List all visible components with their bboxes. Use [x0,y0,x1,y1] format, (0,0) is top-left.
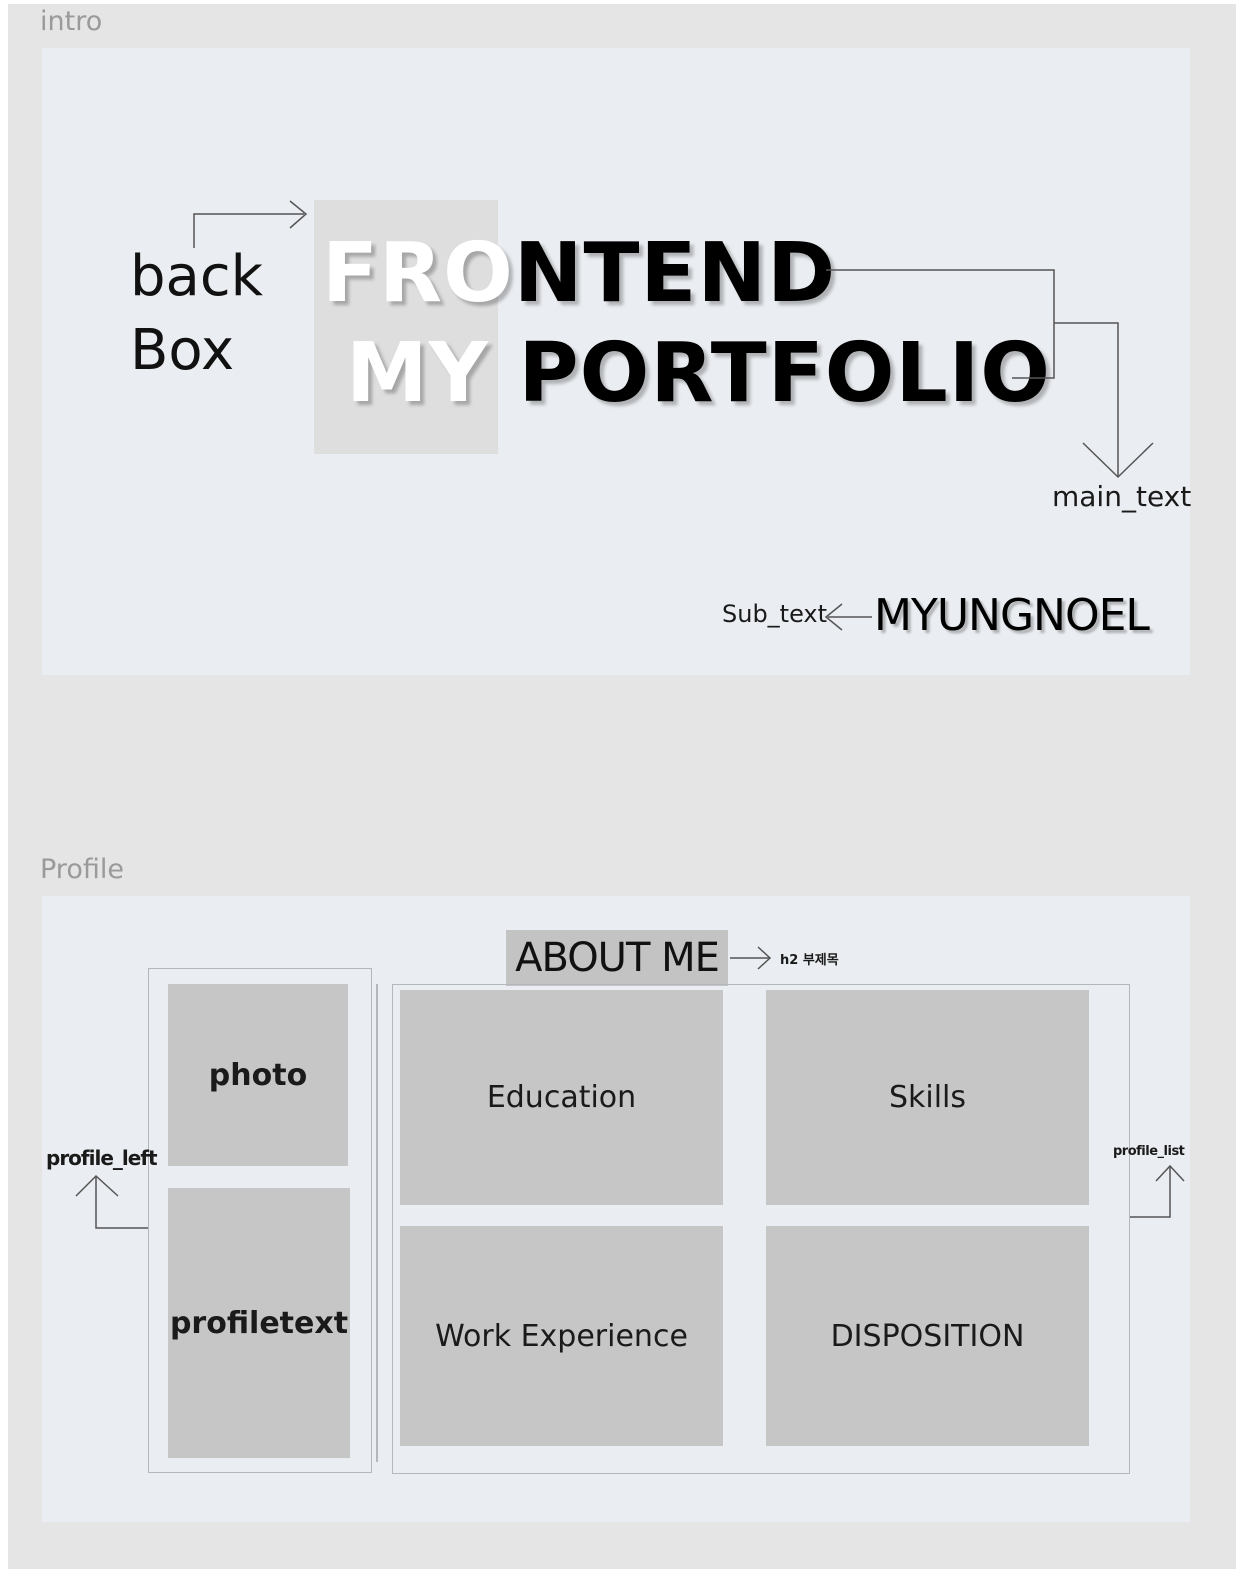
main-text-line2-black: PORTFOLIO [518,326,1051,421]
skills-card: Skills [766,990,1089,1205]
education-card: Education [400,990,723,1205]
profiletext-box: profiletext [168,1188,350,1458]
disposition-card: DISPOSITION [766,1226,1089,1446]
back-box-label-line1: back [130,244,264,309]
sub-text-label: Sub_text [722,600,828,628]
about-me-heading: ABOUT ME [506,930,728,986]
back-box-label: back Box [130,240,263,388]
work-experience-card: Work Experience [400,1226,723,1446]
profile-list-label: profile_list [1113,1144,1185,1159]
main-text-line2: MY PORTFOLIO [346,326,1051,421]
main-text-line1: FRONTEND [322,226,836,321]
profile-left-label: profile_left [46,1146,158,1170]
back-box-label-line2: Box [130,318,235,383]
main-text-line1-black: NTEND [513,226,837,321]
profile-frame-label: Profile [40,854,124,885]
heading-note: h2 부제목 [780,953,839,968]
photo-box: photo [168,984,348,1166]
sub-text-value: MYUNGNOEL [874,590,1150,641]
main-text-line2-white: MY [346,326,489,421]
main-text-label: main_text [1052,480,1192,513]
profile-left-divider [376,984,378,1462]
main-text-line1-white: FRO [322,226,514,321]
intro-frame-label: intro [40,6,103,37]
